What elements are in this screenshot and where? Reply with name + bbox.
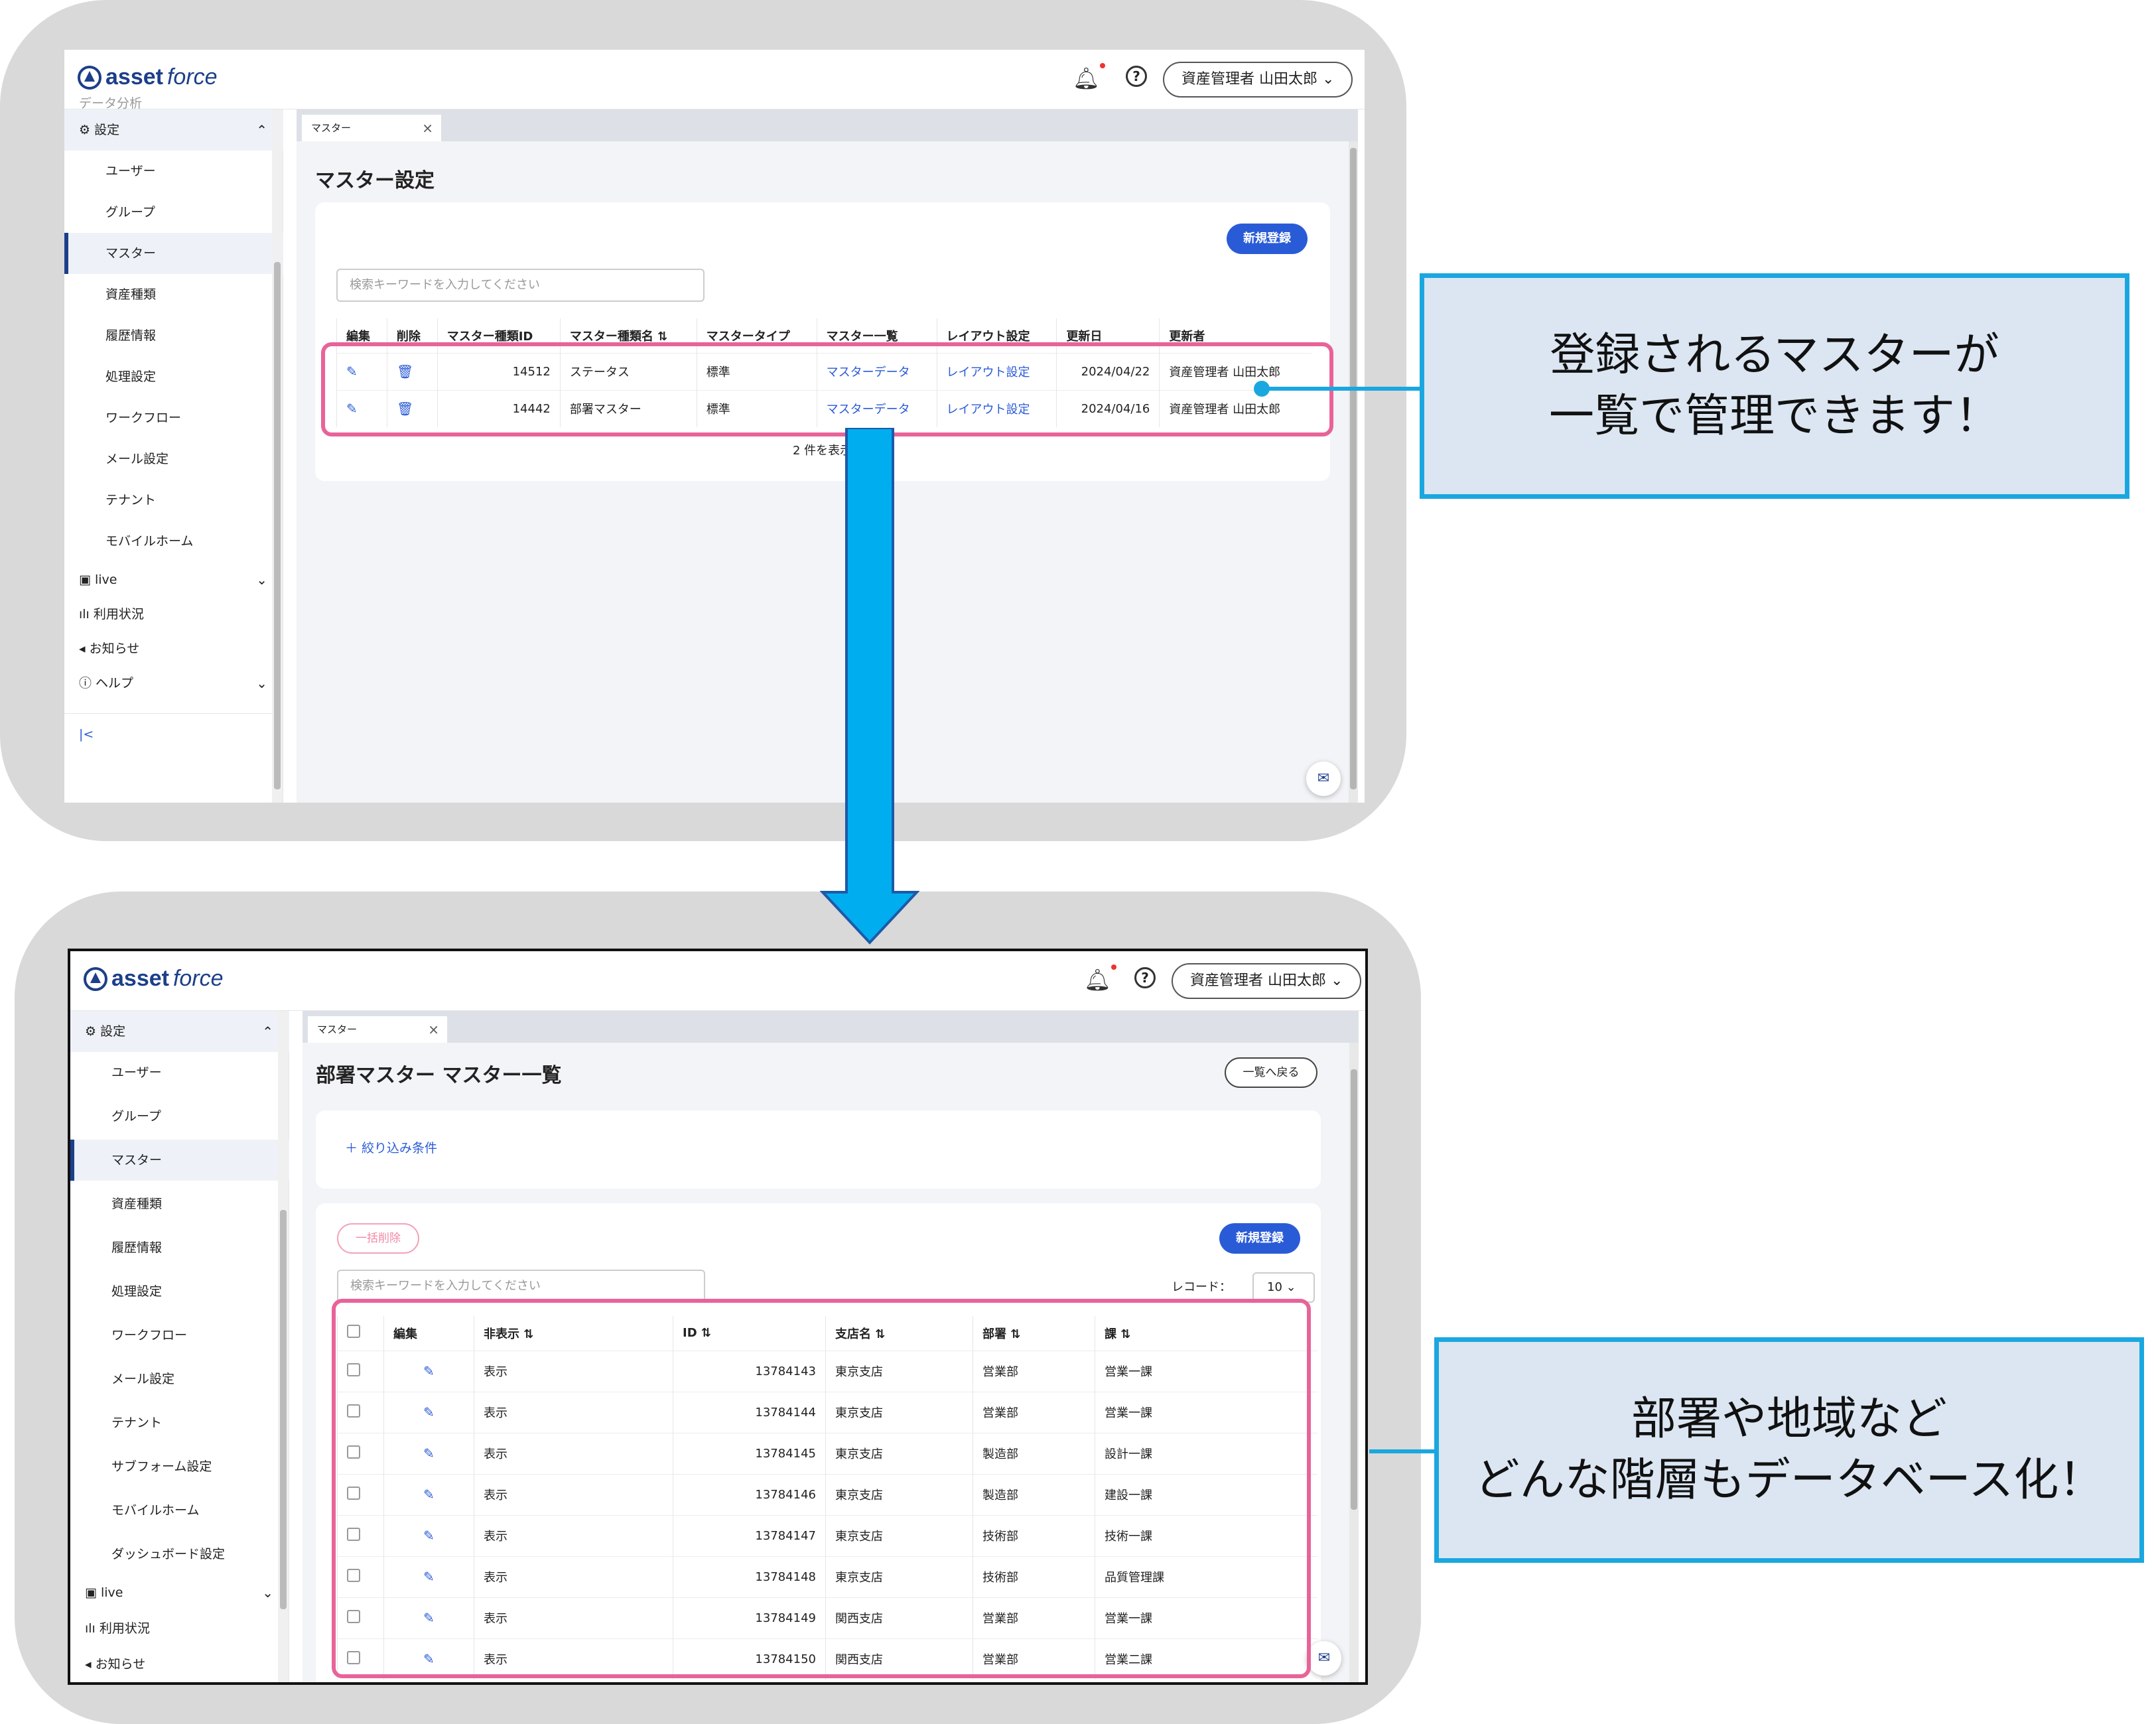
sidebar-item-mail[interactable]: メール設定 — [70, 1359, 289, 1400]
sidebar-item-subform[interactable]: サブフォーム設定 — [70, 1446, 289, 1487]
sidebar-group-settings[interactable]: ⚙ 設定 ⌃ — [64, 109, 283, 151]
help-icon[interactable]: ? — [1134, 967, 1156, 988]
sidebar-item-tenant[interactable]: テナント — [64, 480, 283, 521]
sidebar-item-workflow[interactable]: ワークフロー — [64, 397, 283, 438]
sidebar-item-user[interactable]: ユーザー — [70, 1052, 289, 1093]
sidebar-scrollbar[interactable] — [272, 109, 283, 803]
sidebar-item-history[interactable]: 履歴情報 — [70, 1227, 289, 1268]
sidebar-item-tenant[interactable]: テナント — [70, 1402, 289, 1443]
new-register-button[interactable]: 新規登録 — [1227, 224, 1308, 254]
chat-icon[interactable]: ✉ — [1306, 762, 1341, 796]
sidebar-item-user[interactable]: ユーザー — [64, 151, 283, 192]
chevron-down-icon: ⌄ — [1286, 1280, 1296, 1294]
sidebar-item-live[interactable]: ▣ live ⌄ — [70, 1572, 289, 1613]
record-label: レコード： — [1172, 1280, 1231, 1294]
app-logo[interactable]: asset force — [84, 966, 224, 992]
sidebar-item-mail[interactable]: メール設定 — [64, 438, 283, 480]
close-icon[interactable]: × — [428, 1016, 439, 1043]
sidebar-item-asset-type[interactable]: 資産種類 — [64, 274, 283, 315]
main-scrollbar[interactable] — [1349, 141, 1358, 803]
sidebar-item-dashboard[interactable]: ダッシュボード設定 — [70, 1534, 289, 1575]
connector-line — [1369, 1449, 1436, 1453]
bell-icon[interactable]: 🔔︎ — [1084, 964, 1116, 992]
sidebar-item-group[interactable]: グループ — [70, 1096, 289, 1137]
callout-master-list: 登録されるマスターが 一覧で管理できます！ — [1420, 273, 2129, 499]
sidebar-item-asset-type[interactable]: 資産種類 — [70, 1183, 289, 1225]
user-menu[interactable]: 資産管理者 山田太郎 ⌄ — [1172, 963, 1362, 999]
main-scrollbar[interactable] — [1349, 1043, 1359, 1682]
close-icon[interactable]: × — [422, 115, 433, 141]
bulk-delete-button[interactable]: 一括削除 — [337, 1223, 419, 1254]
sidebar-item-master[interactable]: マスター — [70, 1140, 289, 1181]
highlight-master-rows — [321, 342, 1333, 436]
back-to-list-button[interactable]: 一覧へ戻る — [1225, 1057, 1317, 1088]
connector-dot — [1254, 381, 1270, 397]
chevron-down-icon: ⌄ — [262, 1585, 273, 1601]
sidebar-item-process[interactable]: 処理設定 — [70, 1271, 289, 1312]
chat-icon[interactable]: ✉ — [1307, 1641, 1341, 1676]
sidebar-item-group[interactable]: グループ — [64, 192, 283, 233]
tab-bar: マスター × — [303, 1011, 1359, 1043]
search-input[interactable]: 検索キーワードを入力してください — [336, 269, 705, 302]
logo-mark-icon — [84, 966, 107, 991]
sidebar: データ分析 ⚙ 設定 ⌃ ユーザー グループ マスター 資産種類 履歴情報 処理設… — [64, 96, 283, 803]
tab-master[interactable]: マスター × — [302, 115, 441, 141]
collapse-sidebar-icon[interactable]: |< — [64, 713, 283, 754]
sidebar-item-master[interactable]: マスター — [64, 233, 283, 274]
app-header: asset force 🔔︎ ? 資産管理者 山田太郎 ⌄ — [70, 951, 1365, 1011]
sidebar-item-mobile-home[interactable]: モバイルホーム — [64, 521, 283, 562]
highlight-master-data-rows — [332, 1299, 1311, 1678]
sidebar-item-history[interactable]: 履歴情報 — [64, 315, 283, 356]
filter-card: ＋ 絞り込み条件 — [316, 1110, 1321, 1189]
chevron-up-icon: ⌃ — [256, 122, 267, 138]
sidebar-item-workflow[interactable]: ワークフロー — [70, 1315, 289, 1356]
page-title: マスター設定 — [315, 169, 435, 192]
sidebar-item-mobile-home[interactable]: モバイルホーム — [70, 1490, 289, 1531]
new-register-button[interactable]: 新規登録 — [1219, 1223, 1300, 1254]
sidebar-item-help[interactable]: ⓘ ヘルプ ⌄ — [64, 663, 283, 704]
page-title: 部署マスター マスター一覧 — [316, 1064, 562, 1087]
chevron-up-icon: ⌃ — [262, 1024, 273, 1039]
sidebar-item-notice[interactable]: ◂ お知らせ — [70, 1644, 289, 1682]
sidebar-item-usage[interactable]: ılı 利用状況 — [70, 1608, 289, 1649]
help-icon[interactable]: ? — [1126, 66, 1147, 87]
sidebar-scrollbar[interactable] — [278, 1011, 289, 1682]
bell-icon[interactable]: 🔔︎ — [1073, 63, 1105, 91]
search-input[interactable]: 検索キーワードを入力してください — [337, 1270, 705, 1303]
tab-bar: マスター × — [297, 109, 1358, 141]
chevron-down-icon: ⌄ — [256, 675, 267, 691]
callout-hierarchy: 部署や地域など どんな階層もデータベース化！ — [1434, 1337, 2144, 1563]
tab-master[interactable]: マスター × — [308, 1016, 447, 1043]
sidebar-group-settings[interactable]: ⚙ 設定 ⌃ — [70, 1011, 289, 1052]
user-menu[interactable]: 資産管理者 山田太郎 ⌄ — [1163, 62, 1353, 98]
sidebar-item-process[interactable]: 処理設定 — [64, 356, 283, 397]
filter-toggle[interactable]: ＋ 絞り込み条件 — [345, 1138, 437, 1156]
sidebar: ⚙ 設定 ⌃ ユーザー グループ マスター 資産種類 履歴情報 処理設定 ワークフ… — [70, 1011, 289, 1682]
down-arrow-icon — [820, 428, 919, 945]
connector-line — [1264, 387, 1420, 391]
